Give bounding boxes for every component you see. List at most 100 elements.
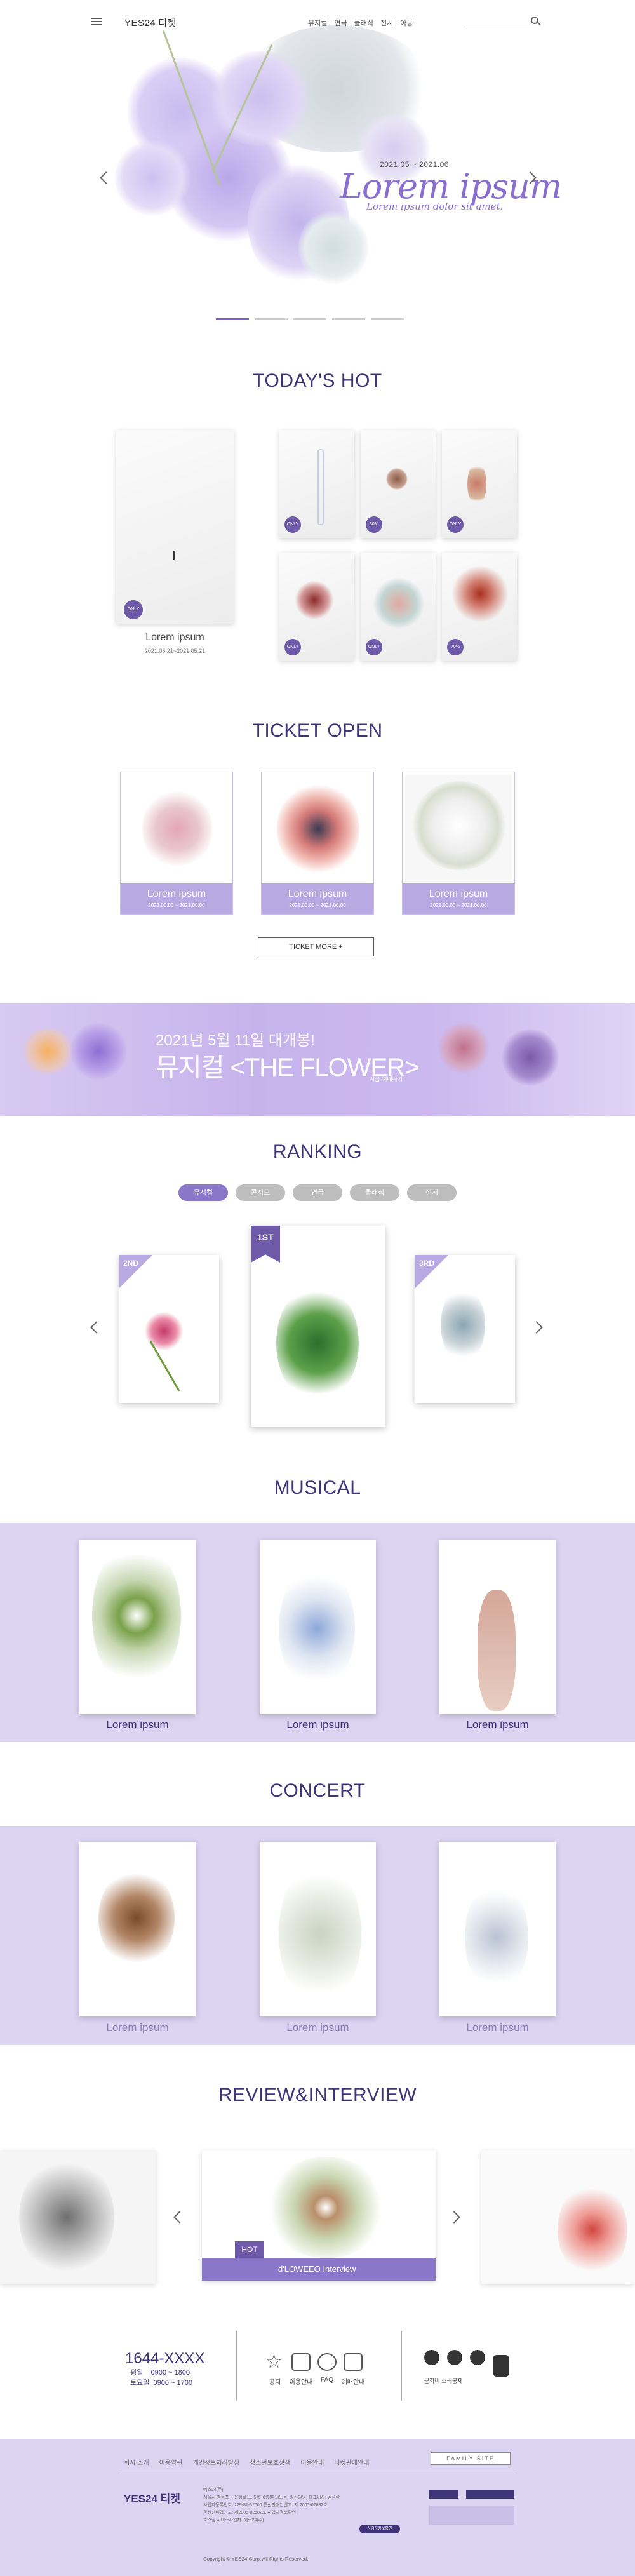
footer-icon-label: FAQ <box>320 2377 333 2384</box>
musical-card[interactable] <box>260 1540 376 1714</box>
hamburger-menu-icon[interactable] <box>91 18 102 25</box>
main-nav: 뮤지컬 연극 클래식 전시 아동 <box>308 18 413 28</box>
search-input[interactable] <box>464 16 538 27</box>
footer-link[interactable]: 이용약관 <box>159 2457 183 2467</box>
todays-hot-title: TODAY'S HOT <box>253 370 382 391</box>
ranking-card-2nd[interactable]: 2ND <box>119 1255 219 1403</box>
tax-deduction-icon[interactable] <box>493 2355 509 2377</box>
ranking-next-arrow-icon[interactable] <box>530 1321 543 1334</box>
review-next-arrow-icon[interactable] <box>448 2211 460 2224</box>
ranking-prev-arrow-icon[interactable] <box>90 1321 103 1334</box>
tab-exhibition[interactable]: 전시 <box>407 1184 457 1201</box>
certification-info <box>429 2506 514 2525</box>
business-hours: 평일 0900 ~ 1800 토요일 0900 ~ 1700 <box>130 2369 192 2387</box>
review-card-right[interactable] <box>481 2150 635 2284</box>
footer-link[interactable]: 티켓판매안내 <box>334 2457 369 2467</box>
ranking-card-3rd[interactable]: 3RD <box>415 1255 515 1403</box>
ticket-open-title: TICKET OPEN <box>252 720 383 741</box>
nav-item-play[interactable]: 연극 <box>334 18 347 28</box>
concert-card[interactable] <box>260 1842 376 2016</box>
footer-link[interactable]: 개인정보처리방침 <box>192 2457 239 2467</box>
hot-grid-card[interactable]: ONLY <box>442 430 517 538</box>
booking-guide-icon[interactable] <box>344 2353 363 2371</box>
footer-link[interactable]: 이용안내 <box>300 2457 324 2467</box>
nav-item-kids[interactable]: 아동 <box>400 18 413 28</box>
talk-icon[interactable] <box>470 2350 485 2365</box>
business-info-button[interactable]: 사업자정보확인 <box>359 2525 400 2533</box>
only-badge: ONLY <box>124 600 143 619</box>
banner-cta[interactable]: 지금 예매하기 <box>370 1075 403 1083</box>
faq-chat-icon[interactable] <box>318 2353 337 2371</box>
hot-main-date: 2021.05.21~2021.05.21 <box>144 648 206 654</box>
musical-title: MUSICAL <box>274 1477 361 1498</box>
ranking-card-1st[interactable]: 1ST <box>251 1226 385 1427</box>
hot-grid-card[interactable]: ONLY <box>361 553 436 661</box>
footer-link[interactable]: 청소년보호정책 <box>250 2457 290 2467</box>
search-icon[interactable] <box>531 17 538 24</box>
footer-icon-label: 예매안내 <box>341 2379 365 2386</box>
tab-classic[interactable]: 클래식 <box>350 1184 399 1201</box>
review-title: REVIEW&INTERVIEW <box>218 2084 417 2105</box>
nav-item-exhibition[interactable]: 전시 <box>380 18 393 28</box>
musical-caption: Lorem ipsum <box>286 1719 349 1731</box>
rank-label: 2ND <box>123 1259 139 1268</box>
ticket-card[interactable]: Lorem ipsum 2021.00.00 ~ 2021.00.00 <box>261 772 374 915</box>
slide-dot[interactable] <box>216 318 249 320</box>
rank-label: 3RD <box>419 1259 435 1268</box>
tab-play[interactable]: 연극 <box>293 1184 342 1201</box>
instagram-icon[interactable] <box>447 2350 462 2365</box>
footer-icon-label: 이용안내 <box>289 2379 313 2386</box>
slide-dot[interactable] <box>293 318 326 320</box>
hero-subtitle: Lorem ipsum dolor sit amet. <box>366 201 504 212</box>
discount-badge: 30% <box>366 516 382 533</box>
divider <box>236 2331 237 2401</box>
hot-grid-card[interactable]: 70% <box>442 553 517 661</box>
slide-dot[interactable] <box>332 318 365 320</box>
tab-concert[interactable]: 콘서트 <box>236 1184 285 1201</box>
family-site-select[interactable]: FAMILY SITE <box>431 2452 511 2465</box>
review-card-left[interactable] <box>0 2150 156 2284</box>
ticket-card[interactable]: Lorem ipsum 2021.00.00 ~ 2021.00.00 <box>120 772 233 915</box>
footer-link[interactable]: 회사 소개 <box>124 2457 149 2467</box>
only-badge: ONLY <box>447 516 464 533</box>
review-caption: d'LOWEEO Interview <box>202 2258 436 2281</box>
hot-grid-card[interactable]: ONLY <box>279 553 354 661</box>
hot-main-card[interactable]: ONLY <box>116 430 234 624</box>
ticket-more-button[interactable]: TICKET MORE + <box>258 937 374 956</box>
hero-slide-indicators <box>216 318 404 320</box>
tax-deduction-label: 문화비 소득공제 <box>424 2378 463 2384</box>
nav-item-classic[interactable]: 클래식 <box>354 18 373 28</box>
yes24-logo[interactable]: YES24 티켓 <box>122 16 177 29</box>
concert-card[interactable] <box>79 1842 196 2016</box>
slide-dot[interactable] <box>255 318 288 320</box>
star-icon[interactable]: ☆ <box>265 2352 284 2371</box>
tab-musical[interactable]: 뮤지컬 <box>178 1184 228 1201</box>
facebook-icon[interactable] <box>424 2350 439 2365</box>
nav-item-musical[interactable]: 뮤지컬 <box>308 18 327 28</box>
calendar-icon[interactable] <box>291 2353 311 2371</box>
ticket-image <box>264 775 371 882</box>
promo-banner[interactable]: 2021년 5월 11일 대개봉! 뮤지컬 <THE FLOWER> 지금 예매… <box>0 1003 635 1116</box>
ticket-caption: Lorem ipsum <box>147 889 206 899</box>
hot-grid-card[interactable]: ONLY <box>279 430 354 538</box>
ticket-image <box>123 775 230 882</box>
hero-section: YES24 티켓 뮤지컬 연극 클래식 전시 아동 2021.05 ~ 2021.… <box>0 0 635 337</box>
concert-caption: Lorem ipsum <box>106 2022 169 2034</box>
ranking-title: RANKING <box>272 1141 363 1162</box>
certification-badge <box>466 2490 514 2499</box>
slide-dot[interactable] <box>371 318 404 320</box>
company-info: 예스24(주) 서울시 영등포구 은행로11, 5층~6층(여의도동, 일신빌딩… <box>203 2488 340 2523</box>
musical-card[interactable] <box>439 1540 556 1714</box>
review-prev-arrow-icon[interactable] <box>173 2211 186 2224</box>
only-badge: ONLY <box>284 639 301 655</box>
copyright: Copyright © YES24 Corp. All Rights Reser… <box>203 2556 309 2562</box>
concert-title: CONCERT <box>269 1780 366 1801</box>
hot-main-caption: Lorem ipsum <box>145 632 204 643</box>
concert-card[interactable] <box>439 1842 556 2016</box>
ticket-date: 2021.00.00 ~ 2021.00.00 <box>430 902 487 908</box>
hot-grid-card[interactable]: 30% <box>361 430 436 538</box>
hot-label: HOT <box>235 2241 264 2258</box>
ticket-card[interactable]: Lorem ipsum 2021.00.00 ~ 2021.00.00 <box>402 772 515 915</box>
musical-card[interactable] <box>79 1540 196 1714</box>
only-badge: ONLY <box>284 516 301 533</box>
